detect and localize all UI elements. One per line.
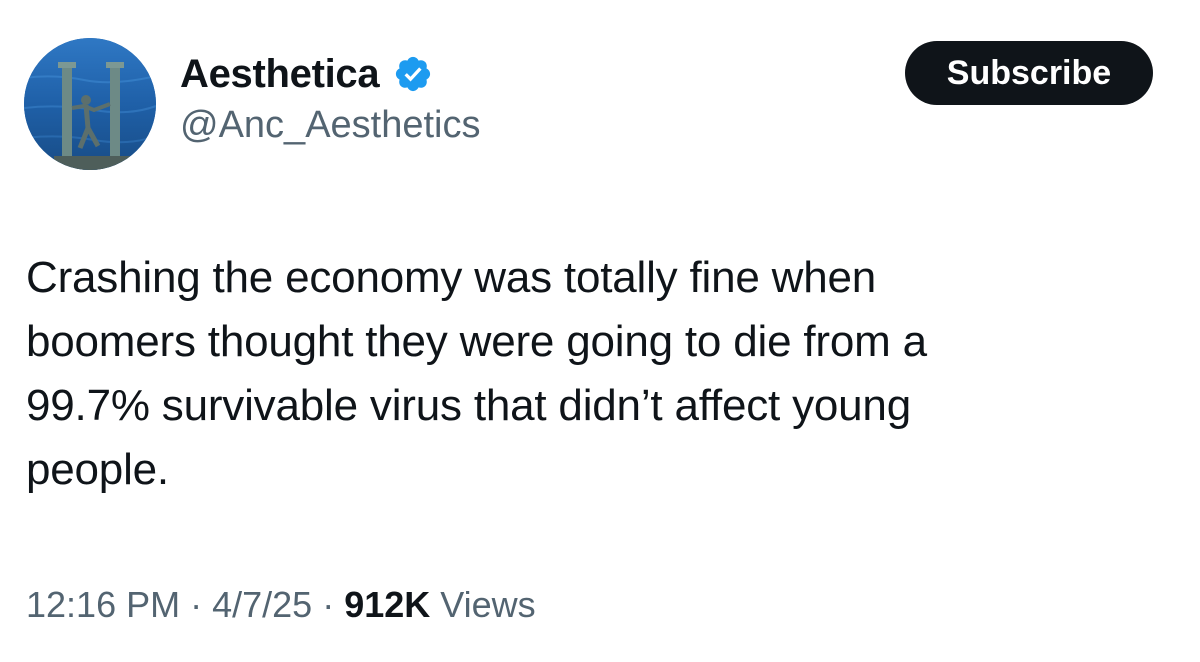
views-label: Views: [440, 584, 536, 625]
subscribe-button[interactable]: Subscribe: [905, 41, 1153, 105]
author-name-row: Aesthetica: [180, 46, 433, 102]
verified-badge-icon[interactable]: [393, 54, 433, 94]
separator-dot: ·: [322, 584, 335, 625]
avatar[interactable]: [24, 38, 156, 170]
author-handle[interactable]: @Anc_Aesthetics: [180, 104, 481, 147]
tweet-meta: 12:16 PM · 4/7/25 · 912K Views: [26, 584, 536, 626]
display-name[interactable]: Aesthetica: [180, 52, 380, 97]
tweet-time[interactable]: 12:16 PM: [26, 584, 180, 626]
separator-dot: ·: [190, 584, 203, 625]
tweet-text: Crashing the economy was totally fine wh…: [26, 253, 927, 494]
views-count[interactable]: 912K: [344, 584, 430, 626]
statue-avatar-icon: [24, 38, 156, 170]
tweet-date[interactable]: 4/7/25: [212, 584, 312, 626]
